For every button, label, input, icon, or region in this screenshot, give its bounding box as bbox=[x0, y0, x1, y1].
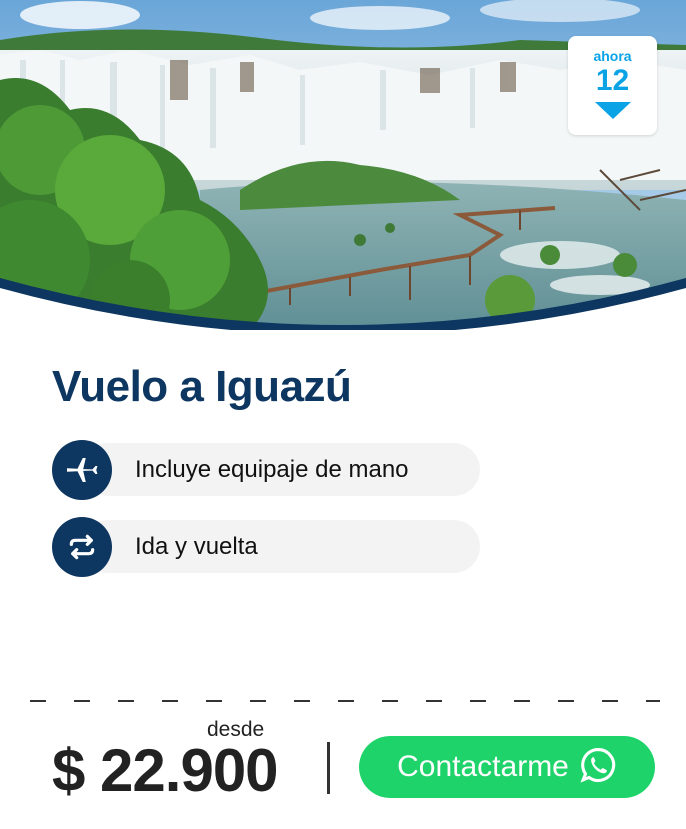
ahora-12-badge: ahora 12 bbox=[568, 36, 657, 135]
feature-label: Ida y vuelta bbox=[135, 533, 258, 560]
feature-baggage: Incluye equipaje de mano bbox=[52, 440, 482, 500]
airplane-icon bbox=[52, 440, 112, 500]
contact-button-label: Contactarme bbox=[397, 750, 569, 783]
feature-label: Incluye equipaje de mano bbox=[135, 456, 409, 483]
whatsapp-icon bbox=[579, 746, 617, 789]
badge-top-text: ahora bbox=[593, 48, 632, 64]
page-title: Vuelo a Iguazú bbox=[52, 362, 352, 411]
dashed-divider bbox=[30, 700, 660, 704]
feature-round-trip: Ida y vuelta bbox=[52, 517, 482, 577]
badge-number: 12 bbox=[595, 64, 630, 97]
round-trip-icon bbox=[52, 517, 112, 577]
vertical-divider bbox=[327, 742, 330, 794]
down-arrow-icon bbox=[595, 102, 631, 119]
contact-button[interactable]: Contactarme bbox=[359, 736, 655, 798]
price-value: $ 22.900 bbox=[52, 737, 279, 804]
